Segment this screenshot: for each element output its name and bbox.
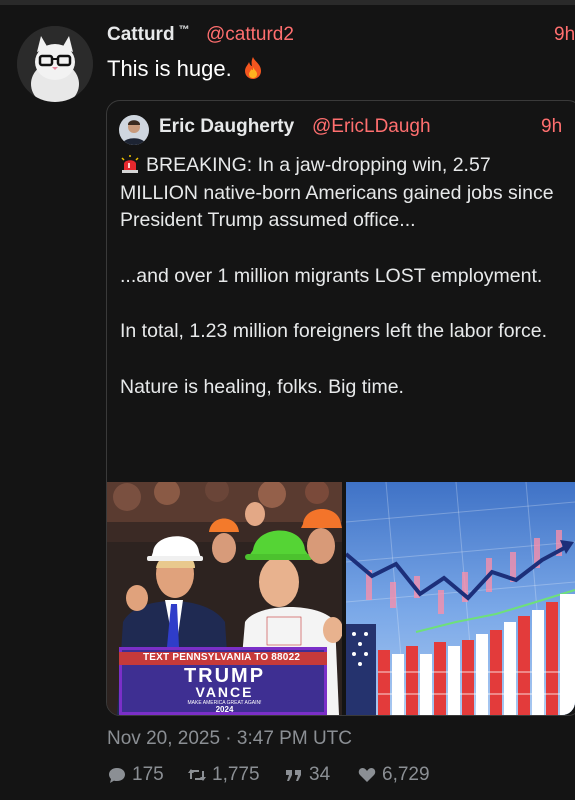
reply-count: 175	[132, 764, 164, 785]
like-button[interactable]: 6,729	[357, 764, 430, 786]
siren-icon	[121, 155, 139, 173]
timestamp[interactable]: Nov 20, 2025 · 3:47 PM UTC	[107, 728, 352, 750]
sign-vance-text: VANCE	[195, 684, 254, 700]
sign-top-text: TEXT PENNSYLVANIA TO 88022	[143, 652, 301, 663]
tweet-time[interactable]: 9h	[554, 24, 575, 46]
quote-paragraph: BREAKING: In a jaw-dropping win, 2.57 MI…	[120, 154, 554, 231]
quote-paragraph: ...and over 1 million migrants LOST empl…	[120, 264, 543, 287]
action-bar: 175 1,775 34 6,729	[107, 764, 567, 788]
quote-text: BREAKING: In a jaw-dropping win, 2.57 MI…	[120, 152, 565, 429]
author-handle[interactable]: @catturd2	[206, 24, 294, 46]
quote-count: 34	[309, 764, 331, 785]
quote-author-handle[interactable]: @EricLDaugh	[312, 116, 431, 138]
quote-button[interactable]: 34	[284, 764, 330, 786]
quote-author-name[interactable]: Eric Daugherty	[159, 116, 294, 138]
tweet-text: This is huge.	[107, 56, 264, 82]
fire-icon	[244, 57, 261, 79]
reply-icon	[109, 768, 125, 783]
market-chart-image[interactable]	[346, 482, 575, 715]
avatar[interactable]	[17, 26, 93, 102]
quote-time[interactable]: 9h	[541, 116, 562, 138]
retweet-icon	[188, 769, 206, 781]
heart-icon	[358, 768, 376, 782]
quote-paragraph: Nature is healing, folks. Big time.	[120, 375, 404, 398]
quote-avatar[interactable]	[119, 115, 149, 145]
top-divider	[0, 0, 575, 5]
reply-button[interactable]: 175	[107, 764, 164, 786]
trademark-badge: ™	[178, 24, 190, 36]
quote-paragraph: In total, 1.23 million foreigners left t…	[120, 320, 548, 342]
author-name[interactable]: Catturd ™	[107, 24, 190, 46]
retweet-button[interactable]: 1,775	[187, 764, 260, 786]
retweet-count: 1,775	[212, 764, 260, 785]
quote-icon	[286, 770, 301, 781]
rally-photo[interactable]: TEXT PENNSYLVANIA TO 88022 TRUMP VANCE M…	[107, 482, 342, 715]
sign-year-text: 2024	[215, 705, 234, 714]
like-count: 6,729	[382, 764, 430, 785]
